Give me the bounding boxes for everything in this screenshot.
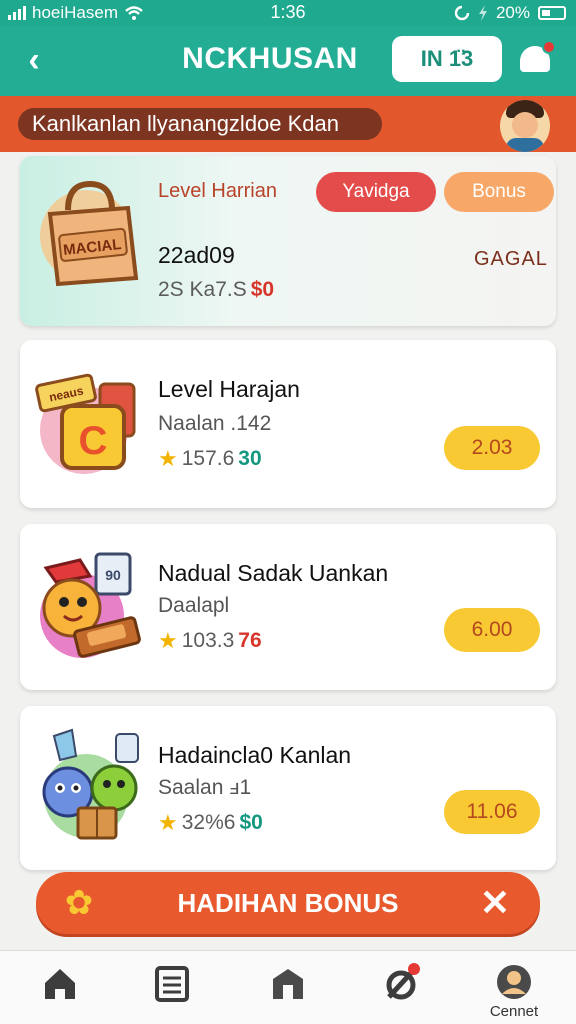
nav-store[interactable] xyxy=(258,965,318,1015)
item-rating: 157.6 xyxy=(181,447,235,470)
in-button[interactable]: IN 1̈3 xyxy=(392,36,502,82)
notification-button[interactable] xyxy=(516,40,556,80)
amount-button[interactable]: 6.00 xyxy=(444,608,540,652)
featured-pill-button[interactable]: Yavidga xyxy=(316,172,436,212)
list-item[interactable]: 90 Nadual Sadak Uankan Daalapl ★ 103.3 7… xyxy=(20,524,556,690)
avatar-shirt xyxy=(506,138,544,152)
item-value: 76 xyxy=(238,629,262,652)
page-title: NCKHUSAN xyxy=(182,42,358,75)
status-bar: hoeiHasem 1:36 20% xyxy=(0,0,576,26)
store-icon xyxy=(273,969,303,999)
home-icon xyxy=(45,969,75,999)
nav-home[interactable] xyxy=(30,965,90,1015)
chevron-left-icon: ‹ xyxy=(28,41,40,79)
sign-label: 90 xyxy=(105,567,121,583)
charging-icon xyxy=(478,5,487,21)
item-title: Level Harajan xyxy=(158,376,300,402)
nav-badge xyxy=(408,963,420,975)
featured-title: Level Harrian xyxy=(158,180,277,202)
amount-button[interactable]: 11.06 xyxy=(444,790,540,834)
item-subtitle: Naalan .142 xyxy=(158,412,272,435)
battery-icon xyxy=(538,6,566,20)
amount-button[interactable]: 2.03 xyxy=(444,426,540,470)
list-item[interactable]: Hadaincla0 Kanlan Saalan ⅎ1 ★ 32%6 $0 11… xyxy=(20,706,556,870)
bonus-label: HADIHAN BONUS xyxy=(177,888,399,918)
avatar-face xyxy=(512,112,538,138)
featured-code: 22ad09 xyxy=(158,242,235,268)
app-header: ‹ NCKHUSAN IN 1̈3 xyxy=(0,26,576,96)
profile-icon xyxy=(497,965,531,999)
avatar[interactable] xyxy=(500,100,550,152)
item-subtitle: Daalapl xyxy=(158,594,230,617)
battery-percent: 20% xyxy=(495,3,530,22)
featured-meta-value: $0 xyxy=(250,278,275,301)
star-icon: ★ xyxy=(158,628,178,653)
info-banner: Kanlkanlan llyanangzldoe Kdan xyxy=(0,96,576,152)
notification-badge xyxy=(542,40,556,54)
item-meta: ★ 157.6 30 xyxy=(158,446,262,472)
shopping-bag-icon: MACIAL xyxy=(32,170,150,288)
list-icon xyxy=(155,966,189,1002)
nav-list[interactable] xyxy=(142,965,202,1015)
featured-meta: 2S Ka7.S $0 xyxy=(158,278,274,302)
back-button[interactable]: ‹ xyxy=(14,40,54,80)
item-subtitle: Saalan ⅎ1 xyxy=(158,776,252,799)
nav-profile[interactable]: Cennet xyxy=(484,963,544,1020)
ticket-letter: C xyxy=(79,419,108,463)
bonus-button[interactable]: ✿ HADIHAN BONUS ✕ xyxy=(36,872,540,934)
item-title: Hadaincla0 Kanlan xyxy=(158,742,352,768)
nav-tools[interactable] xyxy=(370,963,430,1015)
item-rating: 103.3 xyxy=(181,629,235,652)
featured-meta-num: 2S Ka7.S xyxy=(158,278,247,301)
star-icon: ★ xyxy=(158,446,178,471)
list-item[interactable]: neaus C Level Harajan Naalan .142 ★ 157.… xyxy=(20,340,556,508)
nav-profile-label: Cennet xyxy=(489,1003,539,1020)
status-badge: GAGAL xyxy=(474,248,548,270)
ticket-icon: neaus C xyxy=(32,362,150,480)
item-title: Nadual Sadak Uankan xyxy=(158,560,389,586)
item-rating: 32%6 xyxy=(181,811,236,834)
item-meta: ★ 103.3 76 xyxy=(158,628,262,654)
item-meta: ★ 32%6 $0 xyxy=(158,810,263,836)
bottom-nav: Cennet xyxy=(0,950,576,1024)
sync-icon xyxy=(454,5,470,21)
mascot-pair-icon xyxy=(32,726,150,844)
bonus-pill-button[interactable]: Bonus xyxy=(444,172,554,212)
item-value: 30 xyxy=(238,447,262,470)
close-icon[interactable]: ✕ xyxy=(476,884,514,922)
banner-text: Kanlkanlan llyanangzldoe Kdan xyxy=(18,108,382,140)
featured-card[interactable]: MACIAL Level Harrian Yavidga Bonus 22ad0… xyxy=(20,156,556,326)
item-value: $0 xyxy=(239,811,263,834)
mascot-gift-icon: 90 xyxy=(32,546,150,664)
star-icon: ★ xyxy=(158,810,178,835)
